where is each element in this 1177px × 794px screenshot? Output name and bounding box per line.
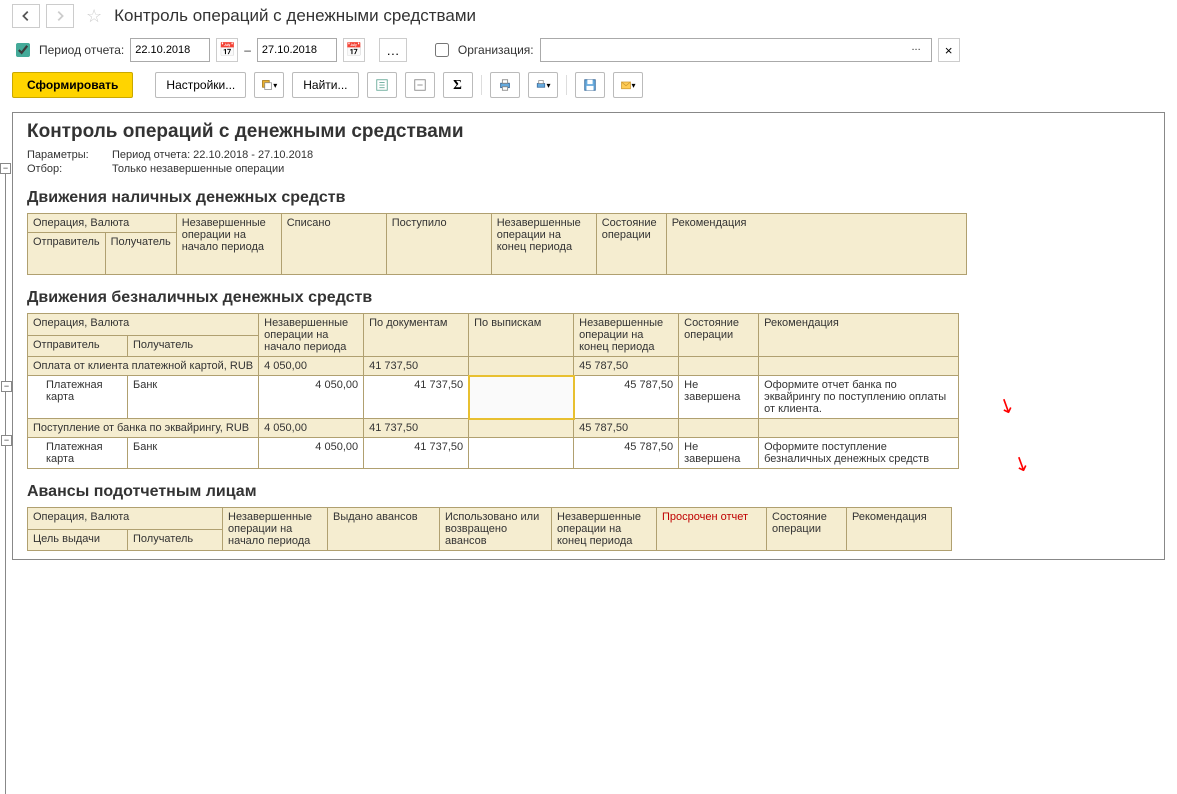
section2-title: Движения безналичных денежных средств xyxy=(27,289,1150,307)
calendar-to-button[interactable]: 📅 xyxy=(343,38,365,62)
col-state: Состояние операции xyxy=(596,214,666,275)
section2-table: Операция, Валюта Незавершенные операции … xyxy=(27,313,959,469)
col-unfinished-start: Незавершенные операции на начало периода xyxy=(223,508,328,551)
meta-params-label: Параметры: xyxy=(27,149,112,161)
save-button[interactable] xyxy=(575,72,605,98)
col-operation: Операция, Валюта xyxy=(28,214,177,233)
col-overdue: Просрочен отчет xyxy=(657,508,767,551)
meta-params-value: Период отчета: 22.10.2018 - 27.10.2018 xyxy=(112,149,313,161)
toolbar-divider xyxy=(481,75,482,95)
calendar-icon: 📅 xyxy=(346,42,363,58)
col-purpose: Цель выдачи xyxy=(28,529,128,551)
date-from-input[interactable] xyxy=(130,38,210,62)
col-recipient: Получатель xyxy=(128,335,259,357)
table-row[interactable]: Платежная карта Банк 4 050,00 41 737,50 … xyxy=(28,376,959,419)
col-used: Использовано или возвращено авансов xyxy=(440,508,552,551)
col-unfinished-end: Незавершенные операции на конец периода xyxy=(574,314,679,357)
table-row[interactable]: Оплата от клиента платежной картой, RUB … xyxy=(28,357,959,376)
expand-button[interactable] xyxy=(367,72,397,98)
date-to-input[interactable] xyxy=(257,38,337,62)
col-rec: Рекомендация xyxy=(847,508,952,551)
table-row[interactable]: Платежная карта Банк 4 050,00 41 737,50 … xyxy=(28,438,959,469)
section3-title: Авансы подотчетным лицам xyxy=(27,483,1150,501)
settings-button[interactable]: Настройки... xyxy=(155,72,246,98)
col-written-off: Списано xyxy=(281,214,386,275)
collapse-toggle[interactable]: − xyxy=(1,381,12,392)
selected-cell[interactable] xyxy=(469,376,574,419)
favorite-star-icon[interactable]: ☆ xyxy=(86,6,102,27)
period-more-button[interactable]: … xyxy=(379,38,407,62)
collapse-toggle[interactable]: − xyxy=(0,163,11,174)
col-sender: Отправитель xyxy=(28,335,128,357)
col-sender: Отправитель xyxy=(28,233,106,275)
print-button[interactable] xyxy=(490,72,520,98)
col-unfinished-end: Незавершенные операции на конец периода xyxy=(491,214,596,275)
org-clear-button[interactable]: × xyxy=(938,38,960,62)
toolbar-divider xyxy=(566,75,567,95)
print-options-button[interactable]: ▾ xyxy=(528,72,558,98)
col-operation: Операция, Валюта xyxy=(28,508,223,530)
col-state: Состояние операции xyxy=(767,508,847,551)
col-by-docs: По документам xyxy=(364,314,469,357)
calendar-icon: 📅 xyxy=(219,42,236,58)
meta-filter-label: Отбор: xyxy=(27,163,112,175)
col-unfinished-start: Незавершенные операции на начало периода xyxy=(176,214,281,275)
col-received: Поступило xyxy=(386,214,491,275)
report-title: Контроль операций с денежными средствами xyxy=(27,121,1150,143)
col-rec: Рекомендация xyxy=(666,214,966,275)
org-input[interactable]: ... xyxy=(540,38,932,62)
find-button[interactable]: Найти... xyxy=(292,72,358,98)
col-recipient: Получатель xyxy=(105,233,176,275)
generate-button[interactable]: Сформировать xyxy=(12,72,133,98)
table-row[interactable]: Поступление от банка по эквайрингу, RUB … xyxy=(28,419,959,438)
period-checkbox[interactable] xyxy=(16,43,30,57)
sum-button[interactable]: Σ xyxy=(443,72,473,98)
collapse-line xyxy=(5,174,6,794)
col-rec: Рекомендация xyxy=(759,314,959,357)
org-checkbox[interactable] xyxy=(435,43,449,57)
col-unfinished-end: Незавершенные операции на конец периода xyxy=(552,508,657,551)
meta-filter-value: Только незавершенные операции xyxy=(112,163,284,175)
page-title: Контроль операций с денежными средствами xyxy=(114,6,476,26)
annotation-arrow: ↘ xyxy=(994,391,1020,421)
annotation-arrow: ↘ xyxy=(1009,449,1035,479)
send-button[interactable]: ▾ xyxy=(613,72,643,98)
nav-back-button[interactable] xyxy=(12,4,40,28)
col-operation: Операция, Валюта xyxy=(28,314,259,336)
section1-title: Движения наличных денежных средств xyxy=(27,189,1150,207)
col-issued: Выдано авансов xyxy=(328,508,440,551)
variants-button[interactable]: ▾ xyxy=(254,72,284,98)
section1-table: Операция, Валюта Незавершенные операции … xyxy=(27,213,967,275)
calendar-from-button[interactable]: 📅 xyxy=(216,38,238,62)
col-unfinished-start: Незавершенные операции на начало периода xyxy=(259,314,364,357)
org-label: Организация: xyxy=(458,43,534,57)
col-recipient: Получатель xyxy=(128,529,223,551)
collapse-button[interactable] xyxy=(405,72,435,98)
date-dash: – xyxy=(244,43,251,57)
section3-table: Операция, Валюта Незавершенные операции … xyxy=(27,507,952,551)
period-label: Период отчета: xyxy=(39,43,124,57)
col-by-statements: По выпискам xyxy=(469,314,574,357)
collapse-toggle[interactable]: − xyxy=(1,435,12,446)
col-state: Состояние операции xyxy=(679,314,759,357)
nav-forward-button[interactable] xyxy=(46,4,74,28)
